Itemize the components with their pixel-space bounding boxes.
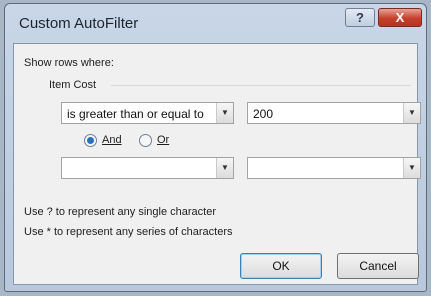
and-radio[interactable] [84,134,97,147]
and-label[interactable]: And [102,134,122,146]
operator-1-value: is greater than or equal to [67,107,204,121]
value-1-combo[interactable]: 200 ▼ [247,102,421,124]
cancel-button[interactable]: Cancel [337,253,419,279]
field-name-label: Item Cost [49,79,97,91]
value-1-text: 200 [253,107,274,121]
operator-2-select[interactable]: ▼ [61,157,234,179]
dialog-title: Custom AutoFilter [19,15,139,32]
hint-single-char: Use ? to represent any single character [24,206,216,218]
group-divider [111,85,411,86]
show-rows-label: Show rows where: [24,57,114,69]
or-label[interactable]: Or [157,134,169,146]
ok-button[interactable]: OK [240,253,322,279]
operator-1-select[interactable]: is greater than or equal to ▼ [61,102,234,124]
chevron-down-icon[interactable]: ▼ [403,158,420,178]
title-bar[interactable]: Custom AutoFilter ? X [5,4,426,42]
dialog-body: Show rows where: Item Cost is greater th… [13,43,421,285]
chevron-down-icon[interactable]: ▼ [216,103,233,123]
hint-series-chars: Use * to represent any series of charact… [24,226,233,238]
chevron-down-icon[interactable]: ▼ [403,103,420,123]
custom-autofilter-dialog: Custom AutoFilter ? X Show rows where: I… [4,3,427,292]
help-button[interactable]: ? [345,8,375,27]
value-2-combo[interactable]: ▼ [247,157,421,179]
chevron-down-icon[interactable]: ▼ [216,158,233,178]
close-button[interactable]: X [378,8,422,27]
or-radio[interactable] [139,134,152,147]
